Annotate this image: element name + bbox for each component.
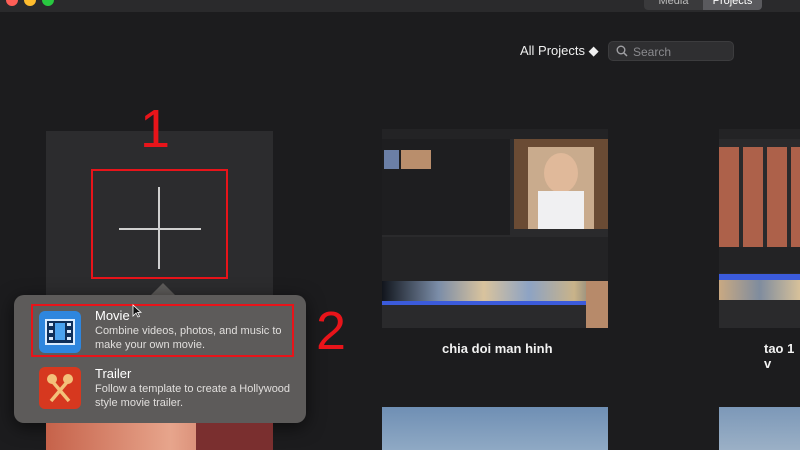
- search-input[interactable]: Search: [608, 41, 734, 61]
- window-titlebar: Media Projects: [0, 0, 800, 12]
- project-thumbnail-bottom-right[interactable]: [719, 407, 800, 450]
- project-thumbnail-bottom-left[interactable]: [46, 423, 273, 450]
- tab-projects[interactable]: Projects: [703, 0, 762, 10]
- view-switcher: Media Projects: [644, 0, 762, 10]
- project-thumbnail-bottom-middle[interactable]: [382, 407, 608, 450]
- tab-media[interactable]: Media: [644, 0, 703, 10]
- project-title[interactable]: tao 1 v: [764, 341, 800, 371]
- annotation-number-1: 1: [140, 99, 171, 159]
- mouse-cursor-icon: [132, 304, 142, 318]
- minimize-window-button[interactable]: [24, 0, 36, 6]
- trailer-icon[interactable]: [39, 367, 81, 409]
- project-title[interactable]: chia doi man hinh: [442, 341, 553, 356]
- annotation-box-2: [31, 304, 294, 357]
- all-projects-filter[interactable]: All Projects ◆: [520, 43, 599, 59]
- project-thumbnail-tao-1-v[interactable]: [719, 129, 800, 328]
- popover-arrow: [151, 283, 175, 295]
- trailer-option-description: Follow a template to create a Hollywood …: [95, 383, 291, 409]
- annotation-number-2: 2: [316, 301, 347, 361]
- close-window-button[interactable]: [6, 0, 18, 6]
- annotation-box-1: [91, 169, 228, 279]
- search-placeholder: Search: [633, 45, 672, 59]
- zoom-window-button[interactable]: [42, 0, 54, 6]
- project-thumbnail-chia-doi-man-hinh[interactable]: [382, 129, 608, 328]
- trailer-option-title[interactable]: Trailer: [95, 366, 131, 381]
- search-icon: [616, 45, 628, 57]
